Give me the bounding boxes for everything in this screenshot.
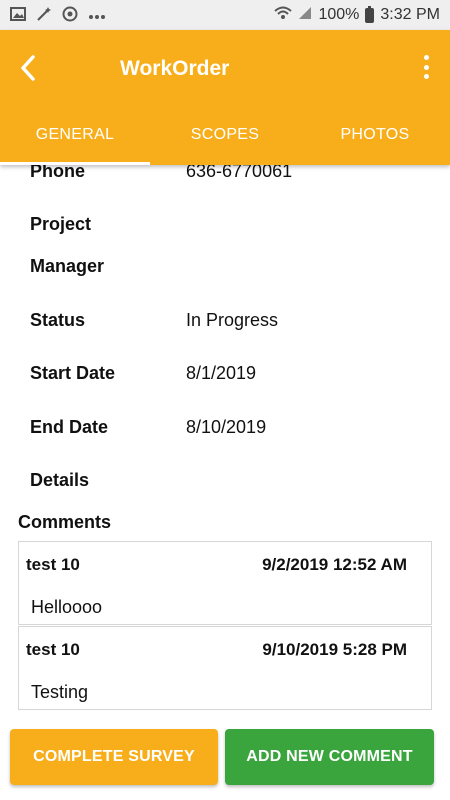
add-new-comment-button[interactable]: ADD NEW COMMENT	[225, 729, 434, 785]
magic-wand-icon	[36, 6, 52, 25]
menu-dot	[423, 55, 429, 60]
end-date-value: 8/10/2019	[186, 417, 267, 437]
toolbar: WorkOrder	[0, 30, 450, 105]
start-date-label: Start Date	[30, 363, 116, 383]
active-tab-indicator	[0, 162, 150, 165]
comments-heading: Comments	[18, 512, 112, 532]
overflow-menu-button[interactable]	[414, 52, 438, 82]
back-arrow-icon	[21, 54, 35, 81]
tab-scopes[interactable]: SCOPES	[150, 105, 300, 165]
status-bar: 100% 3:32 PM	[0, 0, 450, 30]
project-manager-label-line2: Manager	[30, 256, 105, 276]
phone-label: Phone	[30, 165, 86, 181]
phone-value: 636-6770061	[186, 165, 293, 181]
menu-dot	[423, 74, 429, 79]
comment-date: 9/10/2019 5:28 PM	[262, 640, 407, 659]
battery-percent: 100%	[318, 6, 360, 23]
comment-item[interactable]: test 10 9/10/2019 5:28 PM Testing	[18, 626, 432, 710]
comment-text: Helloooo	[31, 597, 103, 617]
signal-icon	[298, 6, 312, 25]
comment-text: Testing	[31, 682, 89, 702]
end-date-label: End Date	[30, 417, 109, 437]
start-date-value: 8/1/2019	[186, 363, 257, 383]
status-value: In Progress	[186, 310, 279, 330]
complete-survey-button[interactable]: COMPLETE SURVEY	[10, 729, 218, 785]
wifi-icon	[274, 6, 293, 25]
chrome-icon	[62, 6, 78, 25]
image-icon	[10, 6, 26, 24]
clock: 3:32 PM	[380, 6, 440, 23]
menu-dot	[423, 64, 429, 70]
comment-author: test 10	[26, 555, 80, 574]
details-label: Details	[30, 470, 90, 490]
app-bar: WorkOrder GENERAL SCOPES PHOTOS	[0, 30, 450, 165]
comment-item[interactable]: test 10 9/2/2019 12:52 AM Helloooo	[18, 541, 432, 625]
status-label: Status	[30, 310, 86, 330]
status-bar-right: 100% 3:32 PM	[274, 5, 440, 25]
comment-date: 9/2/2019 12:52 AM	[262, 555, 407, 574]
comment-author: test 10	[26, 640, 80, 659]
status-bar-left	[10, 6, 106, 25]
page-title: WorkOrder	[120, 57, 230, 80]
project-manager-label-line1: Project	[30, 214, 92, 234]
general-details: Phone 636-6770061 Project Manager Status…	[0, 165, 450, 725]
back-button[interactable]	[0, 40, 56, 96]
tab-general[interactable]: GENERAL	[0, 105, 150, 165]
tab-photos[interactable]: PHOTOS	[300, 105, 450, 165]
tab-bar: GENERAL SCOPES PHOTOS	[0, 105, 450, 165]
battery-icon	[365, 5, 375, 23]
more-dots-icon	[88, 8, 106, 23]
